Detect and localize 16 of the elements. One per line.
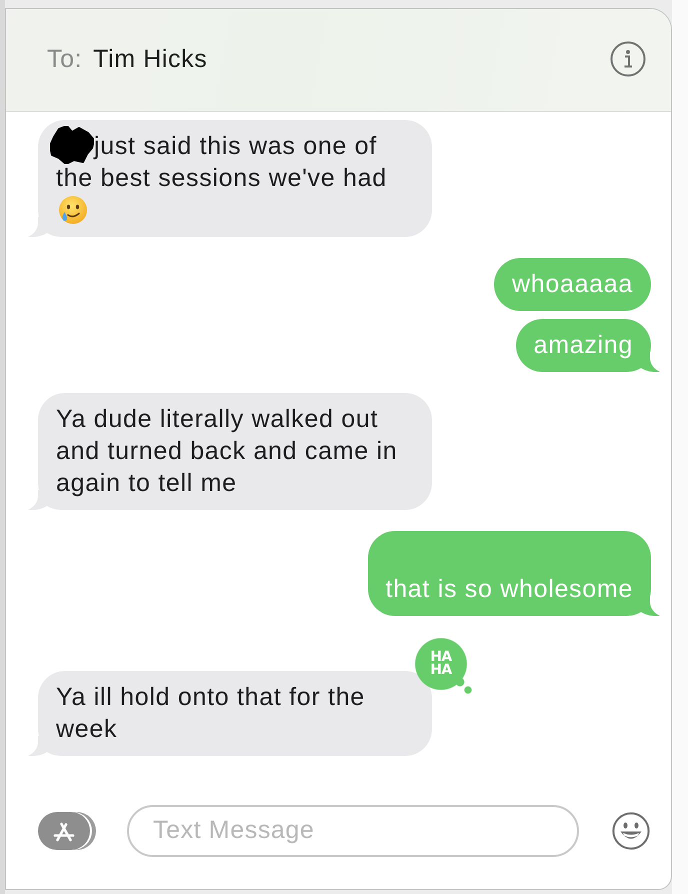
message-text: whoaaaaa [512,270,633,298]
message-text: that is so wholesome [386,575,633,603]
smiley-icon [612,812,650,850]
message-text: Ya dude literally walked out and turned back and came in again to tell me [56,405,398,497]
apps-icon [54,822,74,842]
info-icon [610,41,646,77]
message-text: amazing [534,331,633,359]
recipient-name: Tim Hicks [93,44,208,74]
message-text: just said this was one of the best sessions we've had [56,132,387,192]
apps-button[interactable] [38,812,96,850]
message-field[interactable]: Text Message [127,805,579,857]
message-text: Ya ill hold onto that for the week [56,683,365,743]
emoji-button[interactable] [612,812,650,850]
to-label: To: [47,44,82,74]
reaction-badge: HA HA [415,638,473,696]
info-button[interactable] [610,41,646,77]
